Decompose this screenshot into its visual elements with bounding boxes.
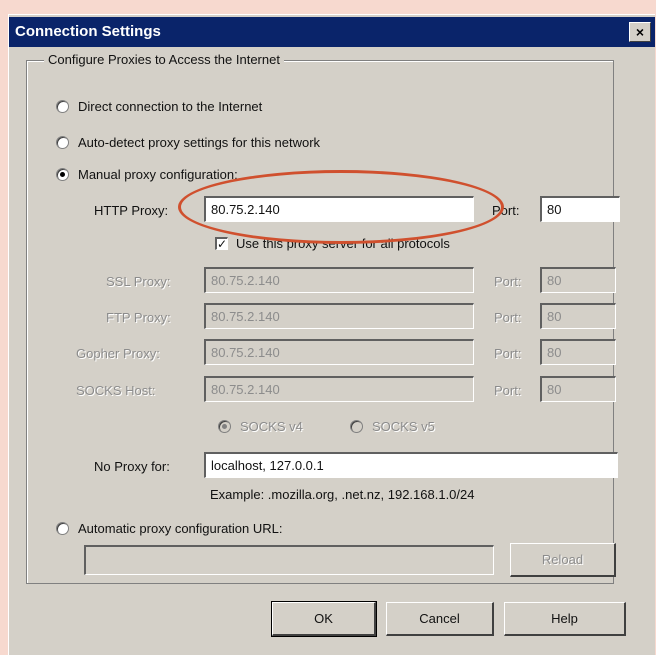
radio-button[interactable] <box>350 420 363 433</box>
gopher-proxy-label: Gopher Proxy: <box>76 346 160 361</box>
ok-button[interactable]: OK <box>271 601 377 637</box>
no-proxy-input[interactable]: localhost, 127.0.0.1 <box>204 452 618 478</box>
ssl-proxy-label: SSL Proxy: <box>106 274 171 289</box>
radio-button-selected[interactable] <box>56 168 69 181</box>
radio-button[interactable] <box>56 100 69 113</box>
cancel-button[interactable]: Cancel <box>386 602 494 636</box>
ftp-port-input[interactable]: 80 <box>540 303 616 329</box>
gopher-proxy-input[interactable]: 80.75.2.140 <box>204 339 474 365</box>
dialog-title: Connection Settings <box>15 23 161 40</box>
checkmark-icon: ✓ <box>217 237 228 251</box>
socks-host-label: SOCKS Host: <box>76 383 156 398</box>
radio-label-auto-detect: Auto-detect proxy settings for this netw… <box>78 135 321 150</box>
http-port-input[interactable]: 80 <box>540 196 620 222</box>
socks-port-label: Port: <box>494 383 522 398</box>
close-button[interactable]: × <box>629 22 651 42</box>
ftp-proxy-input[interactable]: 80.75.2.140 <box>204 303 474 329</box>
use-same-proxy-label: Use this proxy server for all protocols <box>236 236 450 251</box>
radio-label-socks-v5: SOCKS v5 <box>372 419 435 434</box>
auto-config-url-input[interactable] <box>84 545 494 575</box>
ssl-port-label: Port: <box>494 274 522 289</box>
no-proxy-label: No Proxy for: <box>94 459 170 474</box>
http-proxy-label: HTTP Proxy: <box>94 203 169 218</box>
radio-label-socks-v4: SOCKS v4 <box>240 419 303 434</box>
gopher-port-label: Port: <box>494 346 522 361</box>
use-same-proxy-checkbox[interactable]: ✓ <box>215 237 228 250</box>
ftp-proxy-label: FTP Proxy: <box>106 310 171 325</box>
ftp-port-label: Port: <box>494 310 522 325</box>
ssl-port-input[interactable]: 80 <box>540 267 616 293</box>
title-bar[interactable]: Connection Settings × <box>9 17 655 47</box>
radio-label-auto-url: Automatic proxy configuration URL: <box>78 521 283 536</box>
socks-port-input[interactable]: 80 <box>540 376 616 402</box>
radio-label-direct: Direct connection to the Internet <box>78 99 263 114</box>
socks-host-input[interactable]: 80.75.2.140 <box>204 376 474 402</box>
help-button[interactable]: Help <box>504 602 626 636</box>
http-proxy-input[interactable]: 80.75.2.140 <box>204 196 474 222</box>
reload-button[interactable]: Reload <box>510 543 616 577</box>
close-icon: × <box>635 24 645 40</box>
http-port-label: Port: <box>492 203 520 218</box>
ssl-proxy-input[interactable]: 80.75.2.140 <box>204 267 474 293</box>
no-proxy-example: Example: .mozilla.org, .net.nz, 192.168.… <box>210 487 475 502</box>
radio-label-manual: Manual proxy configuration: <box>78 167 238 182</box>
radio-button[interactable] <box>56 136 69 149</box>
radio-button-selected[interactable] <box>218 420 231 433</box>
gopher-port-input[interactable]: 80 <box>540 339 616 365</box>
groupbox-legend: Configure Proxies to Access the Internet <box>44 52 284 67</box>
radio-button[interactable] <box>56 522 69 535</box>
